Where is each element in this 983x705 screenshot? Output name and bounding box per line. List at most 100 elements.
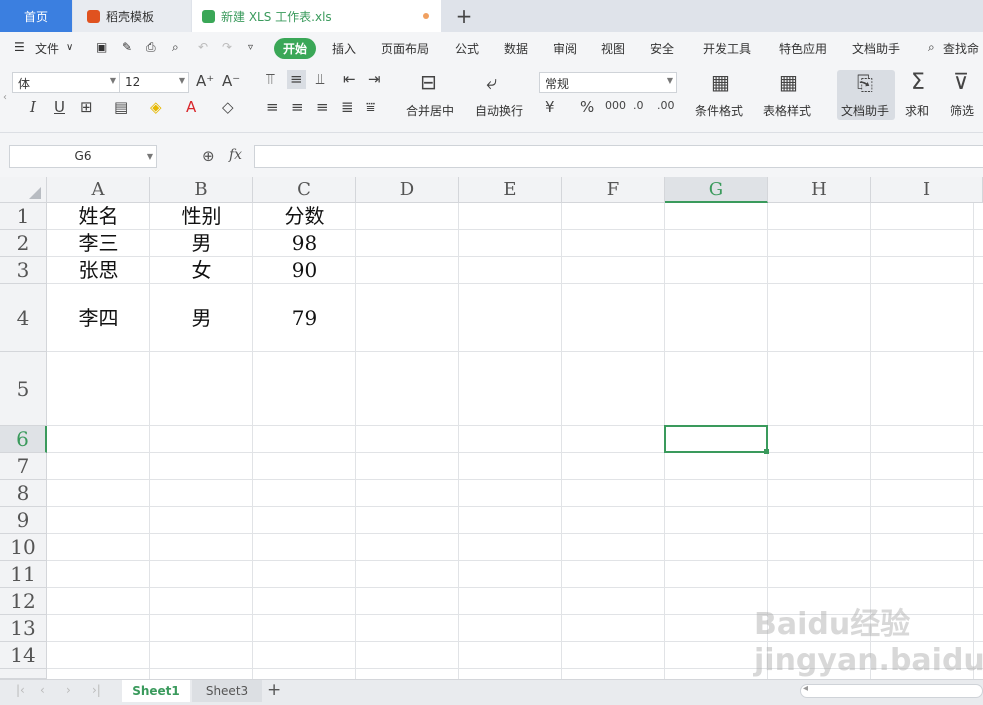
- new-tab-button[interactable]: +: [452, 0, 476, 32]
- merge-center-icon[interactable]: ⊟: [420, 72, 437, 92]
- last-sheet-icon[interactable]: ›|: [92, 683, 101, 697]
- row-header-11[interactable]: 11: [0, 561, 47, 588]
- fill-color-icon[interactable]: ◈: [150, 100, 162, 115]
- filter-button[interactable]: 筛选: [950, 102, 974, 119]
- ribbon-tab-formula[interactable]: 公式: [455, 40, 479, 57]
- indent-icon[interactable]: ⇥: [368, 72, 381, 87]
- table-style-button[interactable]: 表格样式: [763, 102, 811, 119]
- ribbon-tab-features[interactable]: 特色应用: [779, 40, 827, 57]
- formula-input[interactable]: [254, 145, 983, 168]
- conditional-format-button[interactable]: 条件格式: [695, 102, 743, 119]
- save-icon[interactable]: ▣: [96, 40, 107, 54]
- prev-sheet-icon[interactable]: ‹: [40, 683, 45, 697]
- cell-a1[interactable]: 姓名: [47, 203, 150, 230]
- ribbon-tab-start[interactable]: 开始: [274, 38, 317, 59]
- border-icon[interactable]: ⊞: [80, 100, 93, 115]
- tab-current-file[interactable]: 新建 XLS 工作表.xls: [192, 0, 441, 32]
- wrap-text-button[interactable]: 自动换行: [475, 102, 523, 119]
- distribute-icon[interactable]: ⩸: [366, 100, 375, 115]
- sheet-tab-sheet3[interactable]: Sheet3: [192, 680, 262, 702]
- decrease-decimal-icon[interactable]: .00: [657, 100, 675, 111]
- align-right-icon[interactable]: ≡: [316, 100, 329, 115]
- print-icon[interactable]: ⎙: [146, 40, 156, 55]
- row-header-4[interactable]: 4: [0, 284, 47, 352]
- align-top-icon[interactable]: ⫪: [266, 72, 274, 87]
- column-header-d[interactable]: D: [356, 177, 459, 203]
- preview-icon[interactable]: ⌕: [172, 40, 179, 55]
- customize-icon[interactable]: ▿: [248, 42, 253, 53]
- cell-c4[interactable]: 79: [253, 284, 356, 352]
- cell-b3[interactable]: 女: [150, 257, 253, 284]
- doc-assist-button[interactable]: ⎘ 文档助手: [837, 70, 895, 120]
- increase-font-icon[interactable]: A⁺: [196, 74, 214, 89]
- cell-a2[interactable]: 李三: [47, 230, 150, 257]
- ribbon-tab-developer[interactable]: 开发工具: [703, 40, 751, 57]
- column-header-i[interactable]: I: [871, 177, 983, 203]
- ribbon-tab-data[interactable]: 数据: [504, 40, 528, 57]
- select-all-corner[interactable]: [0, 177, 47, 203]
- column-header-c[interactable]: C: [253, 177, 356, 203]
- redo-icon[interactable]: ↷: [222, 40, 232, 54]
- font-name-select[interactable]: 体 ▼: [12, 72, 120, 93]
- row-header-13[interactable]: 13: [0, 615, 47, 642]
- horizontal-scrollbar[interactable]: ◂: [800, 683, 983, 698]
- table-style-icon[interactable]: ▦: [779, 72, 798, 92]
- align-center-icon[interactable]: ≡: [291, 100, 304, 115]
- row-header-6[interactable]: 6: [0, 426, 47, 453]
- name-box[interactable]: G6 ▼: [9, 145, 157, 168]
- fill-handle[interactable]: [764, 449, 769, 454]
- row-header-5[interactable]: 5: [0, 352, 47, 426]
- scroll-left-icon[interactable]: ◂: [803, 683, 808, 694]
- increase-decimal-icon[interactable]: .0: [633, 100, 644, 111]
- outdent-icon[interactable]: ⇤: [343, 72, 356, 87]
- undo-icon[interactable]: ↶: [198, 40, 208, 54]
- row-header-3[interactable]: 3: [0, 257, 47, 284]
- ribbon-tab-insert[interactable]: 插入: [332, 40, 356, 57]
- selected-cell-g6[interactable]: [664, 425, 768, 453]
- column-header-g[interactable]: G: [665, 177, 768, 203]
- ribbon-tab-security[interactable]: 安全: [650, 40, 674, 57]
- row-header-8[interactable]: 8: [0, 480, 47, 507]
- fx-button[interactable]: fx: [229, 147, 242, 163]
- ribbon-tab-review[interactable]: 审阅: [553, 40, 577, 57]
- zoom-icon[interactable]: ⊕: [202, 147, 215, 165]
- cell-c2[interactable]: 98: [253, 230, 356, 257]
- align-left-icon[interactable]: ≡: [266, 100, 279, 115]
- first-sheet-icon[interactable]: |‹: [16, 683, 25, 697]
- ribbon-tab-page-layout[interactable]: 页面布局: [381, 40, 429, 57]
- italic-icon[interactable]: I: [30, 100, 36, 115]
- currency-icon[interactable]: ¥: [545, 100, 555, 115]
- filter-icon[interactable]: ⊽: [953, 72, 969, 94]
- cell-b4[interactable]: 男: [150, 284, 253, 352]
- next-sheet-icon[interactable]: ›: [66, 683, 71, 697]
- cell-b1[interactable]: 性别: [150, 203, 253, 230]
- brush-icon[interactable]: ✎: [122, 40, 132, 54]
- row-header-15-partial[interactable]: [0, 669, 47, 679]
- column-header-h[interactable]: H: [768, 177, 871, 203]
- column-header-b[interactable]: B: [150, 177, 253, 203]
- cell-b2[interactable]: 男: [150, 230, 253, 257]
- justify-icon[interactable]: ≣: [341, 100, 354, 115]
- ribbon-tab-view[interactable]: 视图: [601, 40, 625, 57]
- row-header-7[interactable]: 7: [0, 453, 47, 480]
- wrap-text-icon[interactable]: ⤶: [486, 72, 497, 92]
- thousands-icon[interactable]: 000: [605, 100, 626, 111]
- fill-pattern-icon[interactable]: ▤: [114, 100, 128, 115]
- row-header-14[interactable]: 14: [0, 642, 47, 669]
- sum-icon[interactable]: Σ: [911, 72, 925, 94]
- row-header-10[interactable]: 10: [0, 534, 47, 561]
- tab-home[interactable]: 首页: [0, 0, 72, 32]
- align-middle-icon[interactable]: ≡: [287, 70, 306, 89]
- font-color-icon[interactable]: A: [186, 100, 196, 115]
- search-command[interactable]: 查找命: [943, 40, 979, 57]
- number-format-select[interactable]: 常规 ▼: [539, 72, 677, 93]
- scroll-left-icon[interactable]: ‹: [3, 92, 7, 103]
- row-header-12[interactable]: 12: [0, 588, 47, 615]
- conditional-format-icon[interactable]: ▦: [711, 72, 730, 92]
- tab-templates[interactable]: 稻壳模板: [73, 0, 191, 32]
- file-menu[interactable]: 文件: [35, 40, 59, 57]
- column-header-a[interactable]: A: [47, 177, 150, 203]
- add-sheet-button[interactable]: +: [267, 680, 281, 700]
- menu-icon[interactable]: ☰: [14, 40, 25, 54]
- cell-c3[interactable]: 90: [253, 257, 356, 284]
